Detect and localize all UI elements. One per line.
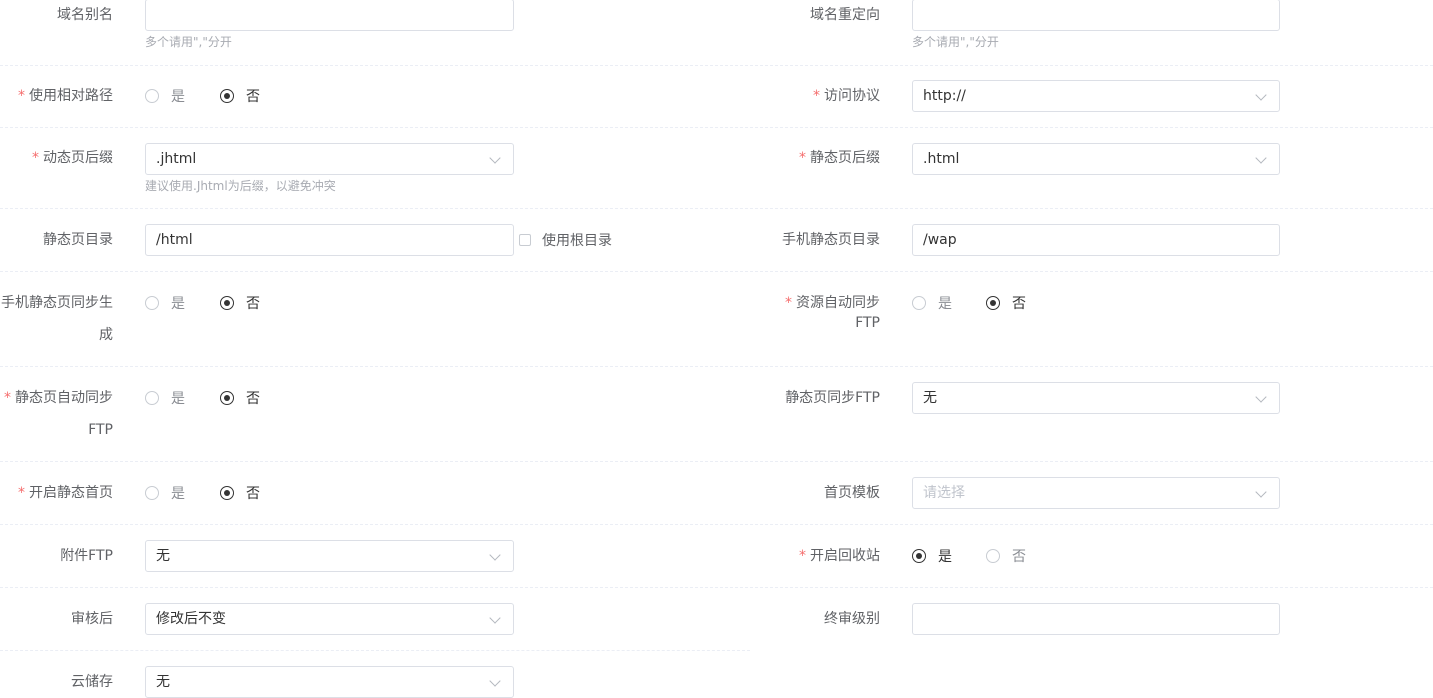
domain-alias-input[interactable] (145, 0, 514, 31)
mobile-sync-no-radio[interactable]: 否 (220, 293, 260, 313)
resource-ftp-no-radio[interactable]: 否 (986, 293, 1026, 313)
row-divider (0, 127, 1433, 128)
row-divider (0, 65, 1433, 66)
label-static-auto-ftp: * 静态页自动同步 FTP (4, 390, 113, 438)
row-divider (0, 366, 1433, 367)
static-sync-ftp-select[interactable]: 无 (912, 382, 1280, 414)
resource-ftp-yes-radio[interactable]: 是 (912, 293, 952, 313)
label-mobile-static-sync: 手机静态页同步生成 (1, 295, 113, 343)
radio-circle-selected[interactable] (220, 296, 234, 310)
label-dynamic-suffix: * 动态页后缀 (32, 150, 113, 166)
attachment-ftp-select[interactable]: 无 (145, 540, 514, 572)
label-static-sync-ftp: 静态页同步FTP (785, 390, 880, 406)
radio-circle-selected[interactable] (220, 89, 234, 103)
final-review-level-input[interactable] (912, 603, 1280, 635)
label-static-suffix: * 静态页后缀 (799, 150, 880, 166)
row-divider (0, 461, 1433, 462)
label-after-review: 审核后 (71, 611, 113, 627)
domain-alias-tip: 多个请用","分开 (145, 35, 232, 49)
static-home-yes-radio[interactable]: 是 (145, 483, 185, 503)
mobile-sync-yes-radio[interactable]: 是 (145, 293, 185, 313)
radio-circle-selected[interactable] (220, 486, 234, 500)
chevron-down-icon (489, 612, 501, 624)
static-suffix-select[interactable]: .html (912, 143, 1280, 175)
domain-redirect-input[interactable] (912, 0, 1280, 31)
label-domain-redirect: 域名重定向 (810, 7, 880, 23)
chevron-down-icon (489, 152, 501, 164)
static-auto-ftp-no-radio[interactable]: 否 (220, 388, 260, 408)
row-divider (0, 524, 1433, 525)
row-divider (0, 208, 1433, 209)
relative-path-yes-radio[interactable]: 是 (145, 86, 185, 106)
dynamic-suffix-tip: 建议使用.Jhtml为后缀，以避免冲突 (145, 179, 336, 193)
relative-path-no-radio[interactable]: 否 (220, 86, 260, 106)
use-root-dir-checkbox[interactable]: 使用根目录 (519, 230, 612, 250)
label-recycle-bin: * 开启回收站 (799, 548, 880, 564)
chevron-down-icon (1255, 152, 1267, 164)
radio-circle[interactable] (145, 391, 159, 405)
chevron-down-icon (489, 675, 501, 687)
static-auto-ftp-yes-radio[interactable]: 是 (145, 388, 185, 408)
radio-circle-selected[interactable] (220, 391, 234, 405)
chevron-down-icon (1255, 486, 1267, 498)
static-dir-input[interactable]: /html (145, 224, 514, 256)
home-template-select[interactable]: 请选择 (912, 477, 1280, 509)
radio-circle-selected[interactable] (986, 296, 1000, 310)
row-divider (0, 587, 1433, 588)
radio-circle[interactable] (912, 296, 926, 310)
chevron-down-icon (1255, 89, 1267, 101)
checkbox-box[interactable] (519, 234, 531, 246)
recycle-bin-yes-radio[interactable]: 是 (912, 546, 952, 566)
mobile-static-dir-input[interactable]: /wap (912, 224, 1280, 256)
label-resource-ftp-sync: * 资源自动同步FTP (785, 295, 880, 331)
label-final-review-level: 终审级别 (824, 611, 880, 627)
radio-circle[interactable] (145, 296, 159, 310)
label-static-homepage: * 开启静态首页 (18, 485, 113, 501)
row-divider (0, 650, 750, 651)
domain-redirect-tip: 多个请用","分开 (912, 35, 999, 49)
after-review-select[interactable]: 修改后不变 (145, 603, 514, 635)
recycle-bin-no-radio[interactable]: 否 (986, 546, 1026, 566)
label-relative-path: * 使用相对路径 (18, 88, 113, 104)
radio-circle[interactable] (145, 89, 159, 103)
chevron-down-icon (1255, 391, 1267, 403)
label-cloud-storage: 云储存 (71, 674, 113, 690)
cloud-storage-select[interactable]: 无 (145, 666, 514, 698)
row-divider (0, 271, 1433, 272)
chevron-down-icon (489, 549, 501, 561)
radio-circle[interactable] (986, 549, 1000, 563)
label-attachment-ftp: 附件FTP (60, 548, 113, 564)
label-static-dir: 静态页目录 (43, 232, 113, 248)
protocol-select[interactable]: http:// (912, 80, 1280, 112)
label-domain-alias: 域名别名 (57, 7, 113, 23)
label-protocol: * 访问协议 (813, 88, 880, 104)
radio-circle-selected[interactable] (912, 549, 926, 563)
label-mobile-static-dir: 手机静态页目录 (782, 232, 880, 248)
radio-circle[interactable] (145, 486, 159, 500)
label-home-template: 首页模板 (824, 485, 880, 501)
dynamic-suffix-select[interactable]: .jhtml (145, 143, 514, 175)
static-home-no-radio[interactable]: 否 (220, 483, 260, 503)
